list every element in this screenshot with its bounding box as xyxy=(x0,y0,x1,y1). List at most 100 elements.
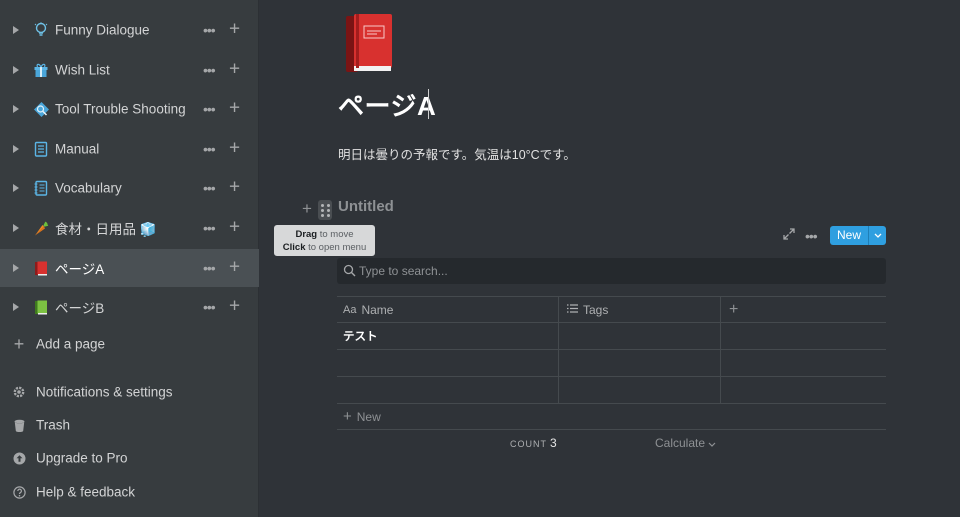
lightbulb-icon xyxy=(32,21,50,39)
add-subpage-icon[interactable]: + xyxy=(229,98,240,120)
drag-handle-icon[interactable] xyxy=(318,200,332,220)
sidebar-item-funny-dialogue[interactable]: Funny Dialogue ••• + xyxy=(0,11,259,49)
plus-icon: + xyxy=(729,300,739,318)
sidebar-item-tool-trouble-shooting[interactable]: Tool Trouble Shooting ••• + xyxy=(0,90,259,128)
more-icon[interactable]: ••• xyxy=(203,180,216,196)
sidebar-item-groceries[interactable]: 食材・日用品 🧊 ••• + xyxy=(0,209,259,247)
add-row-label: New xyxy=(356,409,381,424)
cell-empty xyxy=(721,350,886,376)
open-fullpage-icon[interactable] xyxy=(783,228,797,242)
expand-caret-icon[interactable] xyxy=(13,264,19,272)
new-entry-label: New xyxy=(836,228,861,242)
add-subpage-icon[interactable]: + xyxy=(229,217,240,239)
add-page-button[interactable]: + Add a page xyxy=(0,328,259,360)
table-row[interactable] xyxy=(337,377,886,404)
count-label: COUNT xyxy=(510,439,547,449)
cell-tags[interactable] xyxy=(559,350,721,376)
column-label: Name xyxy=(361,302,394,317)
more-icon[interactable]: ••• xyxy=(203,22,216,38)
chevron-down-icon[interactable] xyxy=(869,226,886,245)
database-title[interactable]: Untitled xyxy=(338,198,394,215)
cell-tags[interactable] xyxy=(559,377,721,403)
cell-empty xyxy=(721,377,886,403)
green-book-icon xyxy=(32,298,50,316)
sidebar-item-label: Funny Dialogue xyxy=(55,22,150,38)
expand-caret-icon[interactable] xyxy=(13,105,19,113)
column-label: Tags xyxy=(583,302,609,317)
calculate-dropdown[interactable]: Calculate xyxy=(655,436,716,450)
database-table: Aa Name Tags + テスト xyxy=(337,296,886,404)
table-row[interactable]: テスト xyxy=(337,323,886,350)
add-row-button[interactable]: + New xyxy=(337,404,886,430)
cell-empty xyxy=(721,323,886,349)
row-count[interactable]: COUNT 3 xyxy=(510,436,557,450)
sidebar-item-page-a[interactable]: ページA ••• + xyxy=(0,249,259,287)
upgrade-button[interactable]: Upgrade to Pro xyxy=(0,442,259,474)
list-icon xyxy=(567,303,578,316)
more-icon[interactable]: ••• xyxy=(203,299,216,315)
trash-button[interactable]: Trash xyxy=(0,409,259,441)
add-column-button[interactable]: + xyxy=(721,297,886,322)
expand-caret-icon[interactable] xyxy=(13,184,19,192)
more-icon[interactable]: ••• xyxy=(203,101,216,117)
plus-icon: + xyxy=(343,408,352,425)
sidebar-item-label: Tool Trouble Shooting xyxy=(55,101,186,117)
expand-caret-icon[interactable] xyxy=(13,303,19,311)
wrench-icon xyxy=(32,100,50,118)
question-icon xyxy=(12,485,26,499)
sidebar-item-label: Manual xyxy=(55,141,100,157)
cell-name[interactable] xyxy=(337,350,559,376)
search-input[interactable] xyxy=(359,258,879,284)
red-book-icon xyxy=(32,259,50,277)
add-block-icon[interactable]: + xyxy=(302,199,312,219)
database-search[interactable] xyxy=(337,258,886,284)
page-paragraph[interactable]: 明日は曇りの予報です。気温は10°Cです。 xyxy=(338,144,576,163)
add-subpage-icon[interactable]: + xyxy=(229,257,240,279)
expand-caret-icon[interactable] xyxy=(13,66,19,74)
help-feedback-button[interactable]: Help & feedback xyxy=(0,476,259,508)
cell-tags[interactable] xyxy=(559,323,721,349)
search-icon xyxy=(343,264,357,278)
cell-name[interactable]: テスト xyxy=(337,323,559,349)
calculate-label: Calculate xyxy=(655,436,706,450)
upgrade-arrow-icon xyxy=(12,451,26,465)
more-icon[interactable]: ••• xyxy=(203,260,216,276)
sidebar-item-page-b[interactable]: ページB ••• + xyxy=(0,288,259,326)
add-subpage-icon[interactable]: + xyxy=(229,138,240,160)
add-page-label: Add a page xyxy=(36,336,106,352)
ledger-icon xyxy=(32,179,50,197)
sidebar-item-label: ページA xyxy=(55,262,105,277)
new-entry-button[interactable]: New xyxy=(830,226,886,245)
add-subpage-icon[interactable]: + xyxy=(229,19,240,41)
more-icon[interactable]: ••• xyxy=(203,220,216,236)
add-subpage-icon[interactable]: + xyxy=(229,59,240,81)
carrot-icon xyxy=(32,219,50,237)
sidebar-item-label: 食材・日用品 🧊 xyxy=(55,222,157,237)
notifications-settings-button[interactable]: Notifications & settings xyxy=(0,376,259,408)
plus-icon: + xyxy=(13,333,25,354)
sidebar: Funny Dialogue ••• + Wish List ••• + Too… xyxy=(0,0,259,517)
sidebar-item-manual[interactable]: Manual ••• + xyxy=(0,130,259,168)
red-book-icon[interactable] xyxy=(344,12,394,74)
database-more-icon[interactable]: ••• xyxy=(805,228,818,244)
add-subpage-icon[interactable]: + xyxy=(229,177,240,199)
more-icon[interactable]: ••• xyxy=(203,141,216,157)
add-subpage-icon[interactable]: + xyxy=(229,296,240,318)
page-title[interactable]: ページA xyxy=(338,86,436,123)
help-feedback-label: Help & feedback xyxy=(36,484,136,500)
sidebar-item-wish-list[interactable]: Wish List ••• + xyxy=(0,51,259,89)
expand-caret-icon[interactable] xyxy=(13,145,19,153)
column-header-name[interactable]: Aa Name xyxy=(337,297,559,322)
sidebar-item-label: ページB xyxy=(55,301,105,316)
sidebar-item-vocabulary[interactable]: Vocabulary ••• + xyxy=(0,169,259,207)
expand-caret-icon[interactable] xyxy=(13,26,19,34)
sidebar-item-label: Wish List xyxy=(55,62,110,78)
sidebar-item-label: Vocabulary xyxy=(55,180,122,196)
upgrade-label: Upgrade to Pro xyxy=(36,450,128,466)
trash-label: Trash xyxy=(36,417,71,433)
cell-name[interactable] xyxy=(337,377,559,403)
table-row[interactable] xyxy=(337,350,886,377)
expand-caret-icon[interactable] xyxy=(13,224,19,232)
more-icon[interactable]: ••• xyxy=(203,62,216,78)
column-header-tags[interactable]: Tags xyxy=(559,297,721,322)
